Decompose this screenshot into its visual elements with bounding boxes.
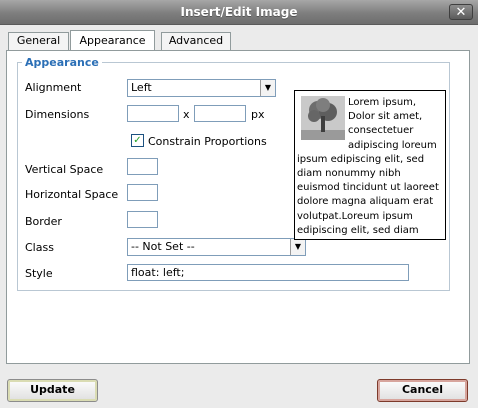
image-preview-box: Lorem ipsum, Dolor sit amet, consectetue… bbox=[294, 90, 446, 240]
checkmark-icon: ✓ bbox=[133, 135, 142, 146]
alignment-label: Alignment bbox=[25, 81, 82, 94]
close-icon: ✕ bbox=[455, 5, 467, 20]
border-label: Border bbox=[25, 215, 62, 228]
class-select[interactable]: -- Not Set -- ▼ bbox=[127, 238, 306, 256]
tree-image-icon bbox=[301, 96, 345, 140]
style-label: Style bbox=[25, 267, 53, 280]
insert-edit-image-dialog: Insert/Edit Image ✕ General Appearance A… bbox=[0, 0, 478, 408]
close-button[interactable]: ✕ bbox=[449, 4, 473, 20]
tab-panel-appearance: Appearance Alignment Left ▼ Dimensions x… bbox=[6, 50, 470, 364]
update-button[interactable]: Update bbox=[7, 379, 98, 402]
tab-advanced[interactable]: Advanced bbox=[161, 32, 231, 50]
vertical-space-label: Vertical Space bbox=[25, 163, 104, 176]
chevron-down-icon[interactable]: ▼ bbox=[260, 80, 275, 96]
dialog-title: Insert/Edit Image bbox=[180, 5, 298, 19]
height-input[interactable] bbox=[194, 105, 246, 122]
appearance-fieldset: Appearance Alignment Left ▼ Dimensions x… bbox=[17, 56, 450, 291]
horizontal-space-label: Horizontal Space bbox=[25, 188, 119, 201]
dimension-unit: px bbox=[251, 108, 265, 121]
alignment-select[interactable]: Left ▼ bbox=[127, 79, 276, 97]
cancel-button[interactable]: Cancel bbox=[377, 379, 468, 402]
constrain-proportions-label: Constrain Proportions bbox=[148, 135, 267, 148]
class-value: -- Not Set -- bbox=[131, 240, 195, 253]
tab-appearance[interactable]: Appearance bbox=[70, 30, 155, 51]
dimensions-label: Dimensions bbox=[25, 108, 90, 121]
appearance-legend: Appearance bbox=[22, 56, 102, 69]
border-input[interactable] bbox=[127, 211, 158, 228]
title-bar[interactable]: Insert/Edit Image ✕ bbox=[0, 0, 478, 25]
constrain-proportions-checkbox[interactable]: ✓ bbox=[131, 134, 144, 147]
alignment-value: Left bbox=[131, 81, 152, 94]
chevron-down-icon[interactable]: ▼ bbox=[290, 239, 305, 255]
style-input[interactable]: float: left; bbox=[127, 264, 409, 281]
dimension-separator: x bbox=[183, 108, 190, 121]
width-input[interactable] bbox=[127, 105, 179, 122]
preview-text-block: Lorem ipsum, Dolor sit amet, consectetue… bbox=[297, 96, 443, 238]
horizontal-space-input[interactable] bbox=[127, 184, 158, 201]
class-label: Class bbox=[25, 241, 54, 254]
tab-general[interactable]: General bbox=[8, 32, 69, 50]
vertical-space-input[interactable] bbox=[127, 158, 158, 175]
